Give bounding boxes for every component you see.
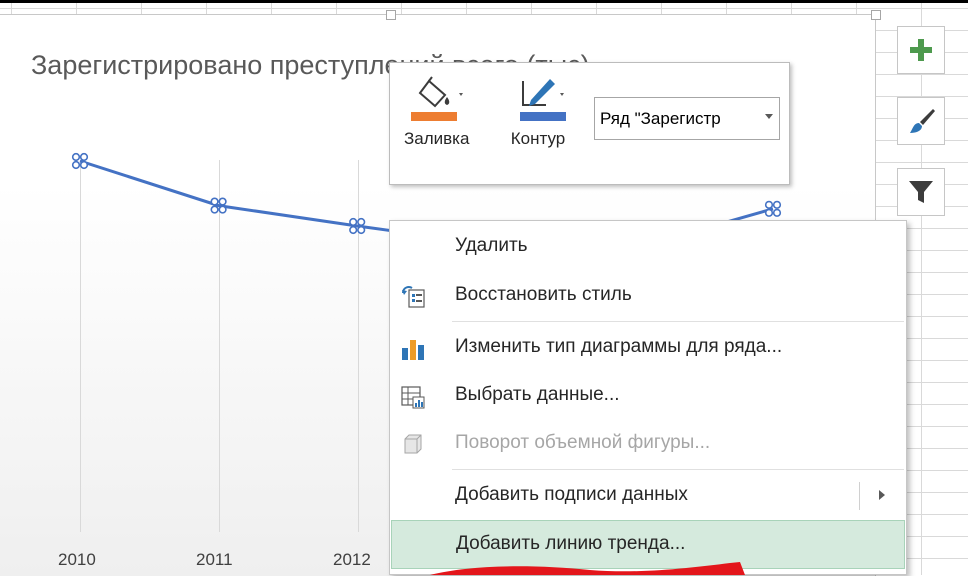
- menu-item-add-data-labels[interactable]: Добавить подписи данных: [390, 472, 906, 521]
- menu-separator: [452, 321, 904, 322]
- 3d-rotation-icon: [400, 432, 426, 458]
- x-axis-label: 2010: [58, 550, 96, 569]
- paint-bucket-icon: [410, 76, 463, 121]
- menu-item-label: Удалить: [455, 235, 528, 256]
- context-menu: Удалить Восстановить стиль Изменить тип: [389, 220, 907, 575]
- chevron-down-icon: [765, 114, 773, 119]
- outline-button[interactable]: Контур: [508, 75, 568, 149]
- submenu-divider: [859, 482, 860, 510]
- menu-item-reset-style[interactable]: Восстановить стиль: [390, 272, 906, 321]
- chart-styles-button[interactable]: [897, 97, 945, 145]
- fill-label: Заливка: [404, 129, 470, 148]
- chart-elements-button[interactable]: [897, 26, 945, 74]
- fill-button[interactable]: Заливка: [404, 75, 469, 149]
- chevron-right-icon: [879, 490, 885, 500]
- menu-item-label: Добавить линию тренда...: [456, 533, 686, 554]
- chart-filters-button[interactable]: [897, 168, 945, 216]
- menu-item-change-chart-type[interactable]: Изменить тип диаграммы для ряда...: [390, 324, 906, 373]
- x-axis-label: 2011: [196, 550, 233, 569]
- select-data-icon: [400, 384, 426, 410]
- plus-icon: [910, 39, 932, 61]
- menu-item-3d-rotation[interactable]: Поворот объемной фигуры...: [390, 420, 906, 469]
- filter-icon: [909, 181, 933, 203]
- reset-style-icon: [400, 284, 426, 310]
- menu-item-select-data[interactable]: Выбрать данные...: [390, 372, 906, 421]
- chart-type-icon: [400, 336, 426, 362]
- mini-toolbar: Заливка Контур Ряд "Зарегистр: [389, 62, 790, 185]
- menu-item-delete[interactable]: Удалить: [390, 223, 906, 272]
- x-axis-label: 2012: [333, 550, 371, 569]
- menu-item-label: Восстановить стиль: [455, 284, 632, 305]
- outline-label: Контур: [510, 129, 566, 148]
- brush-icon: [910, 109, 935, 133]
- menu-item-label: Изменить тип диаграммы для ряда...: [455, 336, 783, 357]
- menu-item-label: Добавить подписи данных: [455, 484, 688, 505]
- series-selector-value: Ряд "Зарегистр: [600, 108, 721, 128]
- series-selector[interactable]: Ряд "Зарегистр: [594, 97, 780, 140]
- menu-item-label: Выбрать данные...: [455, 384, 620, 405]
- pen-outline-icon: [520, 79, 566, 121]
- menu-item-label: Поворот объемной фигуры...: [455, 432, 711, 453]
- menu-separator: [452, 469, 904, 470]
- red-annotation-mark: [430, 562, 745, 575]
